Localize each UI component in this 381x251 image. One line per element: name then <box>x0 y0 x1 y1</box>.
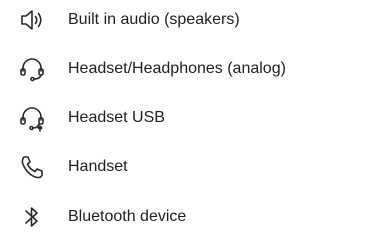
handset-icon <box>18 153 46 181</box>
device-label: Handset <box>68 158 128 175</box>
speaker-icon <box>18 6 46 34</box>
device-option-bluetooth[interactable]: Bluetooth device <box>0 197 381 237</box>
device-option-handset[interactable]: Handset <box>0 147 381 187</box>
audio-device-list: Built in audio (speakers) Headset/Headph… <box>0 0 381 251</box>
bluetooth-icon <box>18 203 46 231</box>
device-label: Built in audio (speakers) <box>68 11 240 28</box>
device-label: Headset/Headphones (analog) <box>68 60 286 77</box>
device-option-headset-analog[interactable]: Headset/Headphones (analog) <box>0 49 381 89</box>
headset-usb-icon <box>18 104 46 132</box>
device-option-built-in-audio[interactable]: Built in audio (speakers) <box>0 0 381 40</box>
device-label: Bluetooth device <box>68 208 187 225</box>
device-option-headset-usb[interactable]: Headset USB <box>0 98 381 138</box>
headset-analog-icon <box>18 55 46 83</box>
device-label: Headset USB <box>68 109 165 126</box>
